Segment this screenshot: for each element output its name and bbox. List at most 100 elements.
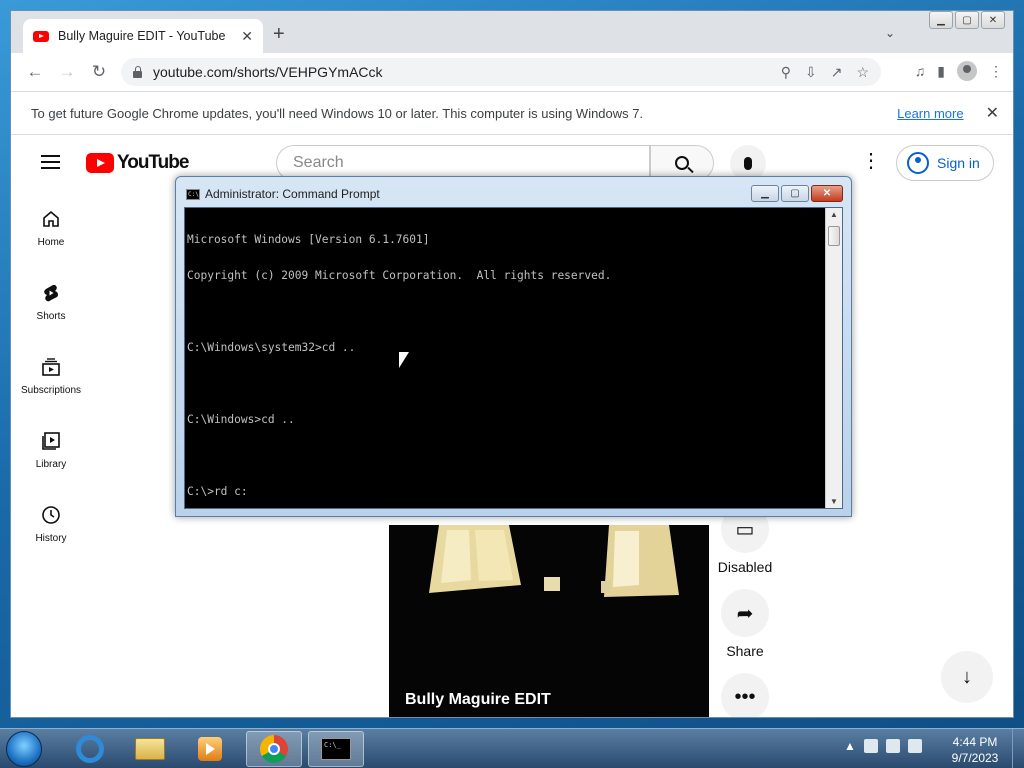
side-panel-icon[interactable]: ▮ [937,63,945,80]
cmd-line [187,306,825,318]
more-icon[interactable]: ••• [721,673,769,717]
youtube-play-icon [86,153,114,173]
clock[interactable]: 4:44 PM 9/7/2023 [940,734,1010,766]
search-icon [675,156,689,170]
address-bar[interactable]: youtube.com/shorts/VEHPGYmACck ⚲ ⇩ ↗ ☆ [121,58,881,86]
internet-explorer-icon [76,735,104,763]
clock-date: 9/7/2023 [951,751,999,765]
update-infobar: To get future Google Chrome updates, you… [11,91,1013,135]
share-page-icon[interactable]: ↗ [831,64,843,81]
sidebar-label: Subscriptions [20,384,82,396]
cmd-output[interactable]: Microsoft Windows [Version 6.1.7601] Cop… [187,210,825,522]
cmd-console[interactable]: Microsoft Windows [Version 6.1.7601] Cop… [184,207,843,509]
cmd-minimize-button[interactable]: ▁ [751,185,779,202]
sidebar-item-subscriptions[interactable]: Subscriptions [11,339,91,413]
sidebar-item-history[interactable]: History [11,487,91,561]
cmd-scrollbar[interactable]: ▲ ▼ [825,208,842,508]
action-center-icon[interactable] [863,739,878,753]
next-short-button[interactable]: ↓ [941,651,993,703]
forward-icon[interactable]: → [51,62,83,82]
bookmark-star-icon[interactable]: ☆ [856,64,869,81]
scroll-down-icon[interactable]: ▼ [830,497,838,506]
sidebar-item-home[interactable]: Home [11,191,91,265]
tab-title: Bully Maguire EDIT - YouTube [58,29,226,43]
hamburger-menu-icon[interactable] [41,155,60,169]
history-icon [41,505,61,525]
reload-icon[interactable]: ↻ [83,62,115,82]
sidebar-label: Shorts [36,310,66,322]
profile-icon[interactable] [957,61,977,81]
sidebar-item-library[interactable]: Library [11,413,91,487]
scroll-thumb[interactable] [828,226,840,246]
settings-more-icon[interactable]: ⋮ [861,151,881,171]
tab-search-icon[interactable]: ⌄ [885,26,895,40]
cmd-icon: C:\ [186,188,200,200]
youtube-logo-text: YouTube [117,152,189,173]
home-icon [41,209,61,229]
library-icon [41,431,61,451]
taskbar-ie[interactable] [62,731,118,767]
video-frame-image [429,525,679,597]
shorts-icon [41,283,61,303]
folder-icon [135,738,165,760]
scroll-up-icon[interactable]: ▲ [830,210,838,219]
network-icon[interactable] [885,739,900,753]
url-text[interactable]: youtube.com/shorts/VEHPGYmACck [153,64,767,80]
more-action[interactable]: ••• [717,673,773,717]
show-desktop-button[interactable] [1012,729,1024,768]
minimize-button[interactable]: ▁ [929,11,953,29]
sign-in-button[interactable]: Sign in [896,145,994,181]
maximize-button[interactable]: ▢ [955,11,979,29]
lock-icon[interactable] [133,65,142,78]
close-window-button[interactable]: ✕ [981,11,1005,29]
sign-in-label: Sign in [937,155,980,171]
taskbar-media-player[interactable] [182,731,238,767]
account-icon [907,152,929,174]
install-icon[interactable]: ⇩ [805,64,817,81]
youtube-logo[interactable]: YouTube [86,152,189,174]
cmd-line: C:\>rd c: [187,485,248,498]
infobar-close-icon[interactable]: ✕ [986,103,999,123]
browser-toolbar: ← → ↻ youtube.com/shorts/VEHPGYmACck ⚲ ⇩… [11,53,1013,91]
new-tab-button[interactable]: + [273,23,285,45]
share-icon[interactable]: ➦ [721,589,769,637]
menu-icon[interactable]: ⋮ [989,63,1003,80]
cmd-titlebar[interactable]: C:\ Administrator: Command Prompt [186,187,380,201]
cmd-maximize-button[interactable]: ▢ [781,185,809,202]
tab-close-icon[interactable]: ✕ [241,28,253,45]
start-button[interactable] [6,731,42,767]
shorts-video-player[interactable]: Bully Maguire EDIT [389,525,709,717]
yt-sidebar: Home Shorts Subscriptions Library Histor… [11,191,91,561]
taskbar-cmd[interactable]: C:\_ [308,731,364,767]
clock-time: 4:44 PM [952,735,998,749]
tray-expand-icon[interactable]: ▲ [844,739,856,753]
youtube-favicon-icon [33,30,49,42]
volume-muted-icon[interactable] [907,739,922,753]
sidebar-item-shorts[interactable]: Shorts [11,265,91,339]
taskbar-chrome[interactable] [246,731,302,767]
chrome-icon [260,735,288,763]
learn-more-link[interactable]: Learn more [897,106,963,121]
taskbar-explorer[interactable] [122,731,178,767]
system-tray: ▲ [844,739,922,753]
cmd-line [187,450,825,462]
tab-youtube[interactable]: Bully Maguire EDIT - YouTube ✕ [23,19,263,53]
cmd-close-button[interactable]: ✕ [811,185,843,202]
window-controls: ▁ ▢ ✕ [929,11,1005,29]
media-player-icon [198,737,222,761]
zoom-icon[interactable]: ⚲ [781,64,791,81]
tab-bar: Bully Maguire EDIT - YouTube ✕ + ⌄ ▁ ▢ ✕ [11,11,1013,53]
cmd-line: Microsoft Windows [Version 6.1.7601] [187,233,430,246]
shorts-actions: ▭ Disabled ➦ Share ••• [717,505,773,717]
short-title: Bully Maguire EDIT [405,691,551,708]
cmd-line: Copyright (c) 2009 Microsoft Corporation… [187,269,612,282]
media-icon[interactable]: ♫ [915,63,926,79]
cmd-line: C:\Windows\system32>cd .. [187,341,356,354]
share-action[interactable]: ➦ Share [717,589,773,659]
share-label: Share [726,643,764,659]
toolbar-right: ♫ ▮ ⋮ [915,61,1003,81]
back-icon[interactable]: ← [19,62,51,82]
sidebar-label: History [35,532,67,544]
command-prompt-window[interactable]: C:\ Administrator: Command Prompt ▁ ▢ ✕ … [175,176,852,517]
microphone-icon [744,156,752,170]
